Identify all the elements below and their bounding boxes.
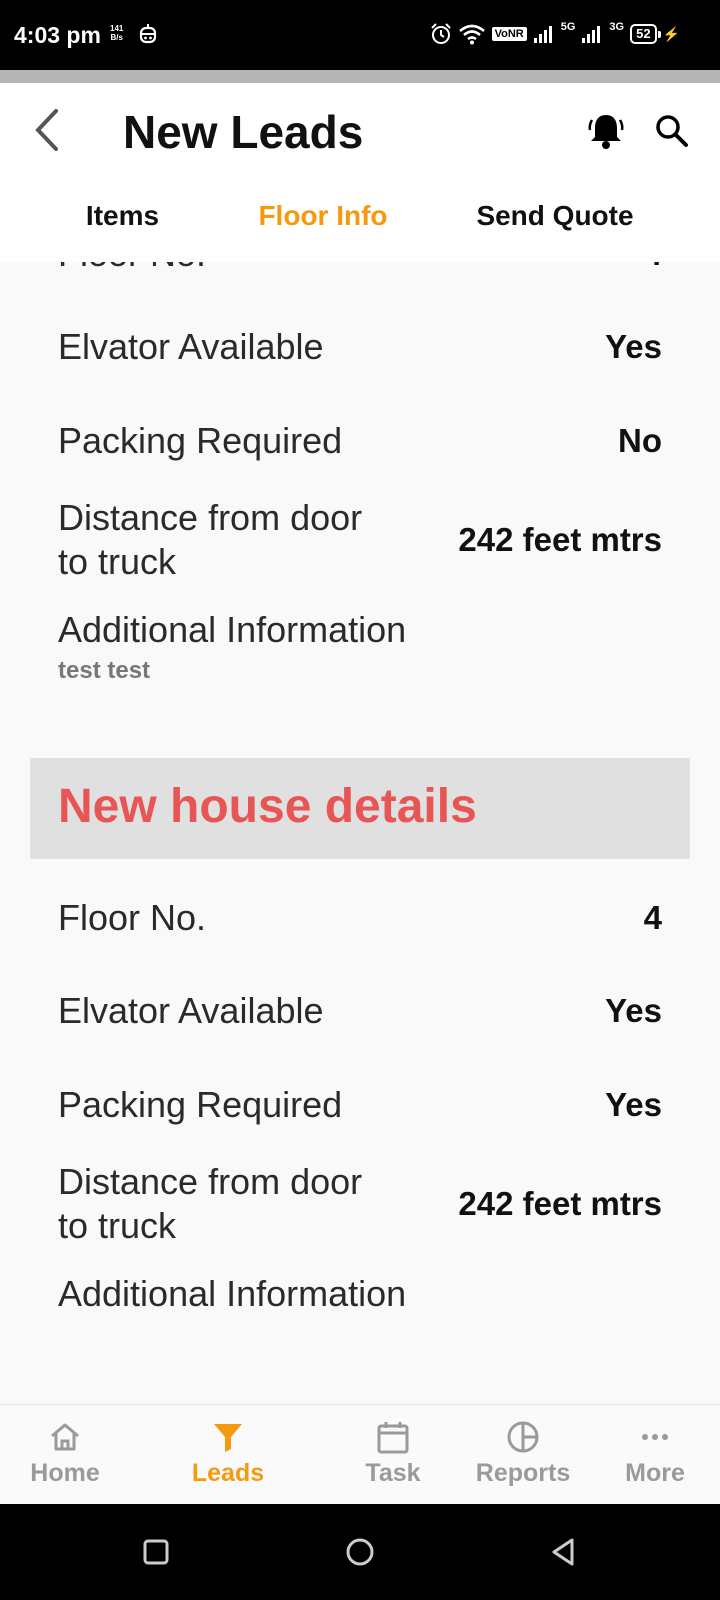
old-additional-label: Additional Information — [58, 609, 407, 650]
more-icon — [642, 1434, 668, 1440]
old-floor-row: Floor No. 4 — [58, 262, 662, 276]
nav-more-label: More — [625, 1459, 685, 1487]
nav-task[interactable]: Task — [333, 1419, 453, 1488]
network-speed-value: 141 — [110, 24, 124, 33]
old-distance-value: 242 feet mtrs — [458, 521, 662, 558]
old-distance-label-line2: to truck — [58, 541, 177, 582]
old-distance-label-line1: Distance from door — [58, 497, 363, 538]
new-additional-row: Additional Information — [58, 1272, 662, 1316]
alarm-icon — [430, 23, 452, 45]
nav-reports-label: Reports — [475, 1459, 571, 1487]
vonr-badge: VoNR — [491, 27, 527, 41]
new-packing-label: Packing Required — [58, 1084, 343, 1125]
back-arrow-icon[interactable] — [28, 105, 68, 155]
new-distance-label: Distance from door to truck — [58, 1160, 362, 1248]
old-floor-label: Floor No. — [58, 262, 206, 276]
app-header: New Leads Items Floor Info Send Quote — [0, 83, 720, 262]
nav-task-label: Task — [365, 1459, 421, 1487]
page-title: New Leads — [123, 106, 364, 158]
old-additional-value: test test — [58, 657, 151, 684]
status-time: 4:03 pm — [14, 22, 101, 48]
new-packing-row: Packing Required Yes — [58, 1083, 662, 1127]
status-bar: 4:03 pm 141 B/s VoNR 5G 3G 52 ⚡ — [0, 0, 720, 70]
new-distance-label-line2: to truck — [58, 1205, 177, 1246]
network-type-5g: 5G — [560, 21, 576, 33]
search-icon[interactable] — [652, 111, 692, 151]
signal-icon — [533, 24, 555, 44]
header-divider — [0, 70, 720, 83]
back-triangle-icon[interactable] — [548, 1536, 580, 1568]
status-icons: VoNR 5G 3G 52 ⚡ — [430, 20, 680, 48]
bell-icon[interactable] — [586, 111, 626, 151]
new-elevator-row: Elvator Available Yes — [58, 989, 662, 1033]
new-distance-row: Distance from door to truck 242 feet mtr… — [58, 1160, 662, 1248]
new-floor-value: 4 — [643, 899, 662, 936]
old-distance-label: Distance from door to truck — [58, 496, 362, 584]
network-speed: 141 B/s — [110, 24, 123, 42]
calendar-icon — [377, 1422, 409, 1454]
new-distance-label-line1: Distance from door — [58, 1161, 363, 1202]
old-floor-value: 4 — [644, 262, 662, 273]
nav-home-label: Home — [30, 1459, 100, 1487]
home-icon — [51, 1423, 79, 1451]
new-elevator-value: Yes — [605, 992, 662, 1029]
pie-chart-icon — [507, 1421, 539, 1453]
tab-floor-info[interactable]: Floor Info — [214, 191, 432, 262]
old-packing-label: Packing Required — [58, 420, 343, 461]
new-elevator-label: Elvator Available — [58, 990, 324, 1031]
old-elevator-label: Elvator Available — [58, 326, 324, 367]
nav-reports[interactable]: Reports — [463, 1419, 583, 1488]
battery-icon: 52 — [630, 24, 662, 44]
new-house-section-header: New house details — [30, 758, 690, 859]
old-additional-row: Additional Information — [58, 608, 662, 652]
new-packing-value: Yes — [605, 1086, 662, 1123]
old-packing-value: No — [618, 422, 662, 459]
new-floor-label: Floor No. — [58, 897, 207, 938]
signal-icon — [581, 24, 603, 44]
old-packing-row: Packing Required No — [58, 419, 662, 463]
nav-home[interactable]: Home — [5, 1419, 125, 1488]
system-navigation-bar — [0, 1504, 720, 1600]
recent-apps-icon[interactable] — [140, 1536, 172, 1568]
old-distance-row: Distance from door to truck 242 feet mtr… — [58, 496, 662, 584]
tab-items[interactable]: Items — [45, 191, 200, 262]
floor-info-content[interactable]: Floor No. 4 Elvator Available Yes Packin… — [0, 262, 720, 1404]
nav-more[interactable]: More — [595, 1419, 715, 1488]
network-type-3g: 3G — [609, 21, 625, 33]
new-distance-value: 242 feet mtrs — [458, 1185, 662, 1222]
tab-send-quote[interactable]: Send Quote — [445, 191, 665, 262]
network-speed-unit: B/s — [110, 33, 123, 42]
tab-bar: Items Floor Info Send Quote — [0, 191, 720, 262]
old-elevator-row: Elvator Available Yes — [58, 325, 662, 369]
old-elevator-value: Yes — [605, 328, 662, 365]
nav-leads[interactable]: Leads — [168, 1419, 288, 1488]
bot-icon — [138, 22, 158, 46]
nav-leads-label: Leads — [191, 1459, 265, 1487]
bottom-navigation: Home Leads Task Reports More — [0, 1404, 720, 1504]
new-additional-label: Additional Information — [58, 1273, 407, 1314]
filter-icon — [214, 1424, 242, 1452]
wifi-icon — [458, 23, 486, 45]
section-title: New house details — [58, 780, 477, 833]
home-circle-icon[interactable] — [344, 1536, 376, 1568]
new-floor-row: Floor No. 4 — [58, 896, 662, 940]
charging-icon: ⚡ — [662, 25, 680, 42]
